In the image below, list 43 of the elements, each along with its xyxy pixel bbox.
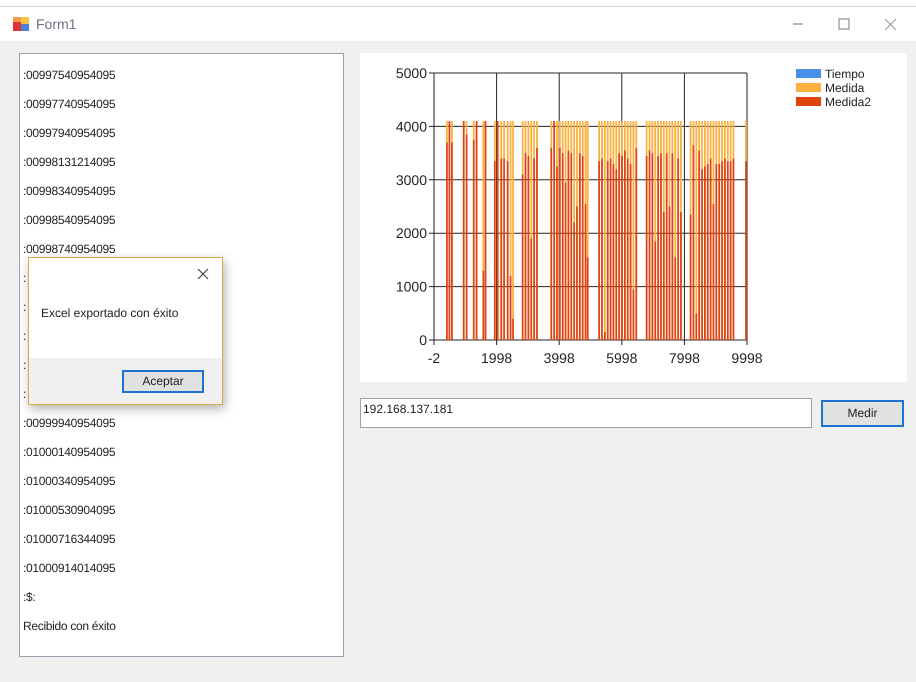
log-line: :01000716344095 <box>23 531 116 548</box>
maximize-icon[interactable] <box>838 18 850 30</box>
close-icon[interactable] <box>197 268 209 280</box>
log-line: : <box>23 328 26 345</box>
log-line: Recibido con éxito <box>23 618 116 635</box>
axis-tick-label: 1998 <box>481 350 512 366</box>
log-line: :01000340954095 <box>23 473 116 490</box>
legend-label: Medida2 <box>825 95 872 109</box>
log-line: :00998740954095 <box>23 241 116 258</box>
log-line: :00997540954095 <box>23 67 116 84</box>
log-line: :00999940954095 <box>23 415 116 432</box>
axis-tick-label: -2 <box>428 350 440 366</box>
log-line: :00998131214095 <box>23 154 116 171</box>
log-line: : <box>23 299 26 316</box>
axis-tick-label: 4000 <box>396 118 427 134</box>
axis-tick-label: 5000 <box>396 65 427 81</box>
app-icon <box>13 17 29 31</box>
log-line: :00997740954095 <box>23 96 116 113</box>
log-line: :$: <box>23 589 36 606</box>
log-line: :00998340954095 <box>23 183 116 200</box>
dialog-message: Excel exportado con éxito <box>41 305 178 322</box>
window-title: Form1 <box>36 14 76 34</box>
ip-address-field[interactable]: 192.168.137.181 <box>360 398 812 428</box>
accept-button[interactable]: Aceptar <box>122 370 204 392</box>
log-line: :00998540954095 <box>23 212 116 229</box>
axis-tick-label: 9998 <box>731 350 763 366</box>
log-line: :00997940954095 <box>23 125 116 142</box>
log-line: : <box>23 386 26 403</box>
log-line: :01000914014095 <box>23 560 116 577</box>
axis-tick-label: 2000 <box>396 225 427 242</box>
log-line: :01000530904095 <box>23 502 116 519</box>
axis-tick-label: 3000 <box>396 172 427 188</box>
measure-button[interactable]: Medir <box>821 400 904 426</box>
axis-tick-label: 5998 <box>606 350 638 366</box>
log-line: : <box>23 270 26 287</box>
axis-tick-label: 1000 <box>396 278 427 295</box>
log-line: : <box>23 357 26 374</box>
legend-label: Tiempo <box>825 67 865 81</box>
legend-label: Medida <box>825 81 864 95</box>
log-line: :01000140954095 <box>23 444 116 461</box>
axis-tick-label: 3998 <box>544 350 575 366</box>
axis-tick-label: 7998 <box>668 350 700 366</box>
axis-tick-label: 0 <box>419 332 427 348</box>
